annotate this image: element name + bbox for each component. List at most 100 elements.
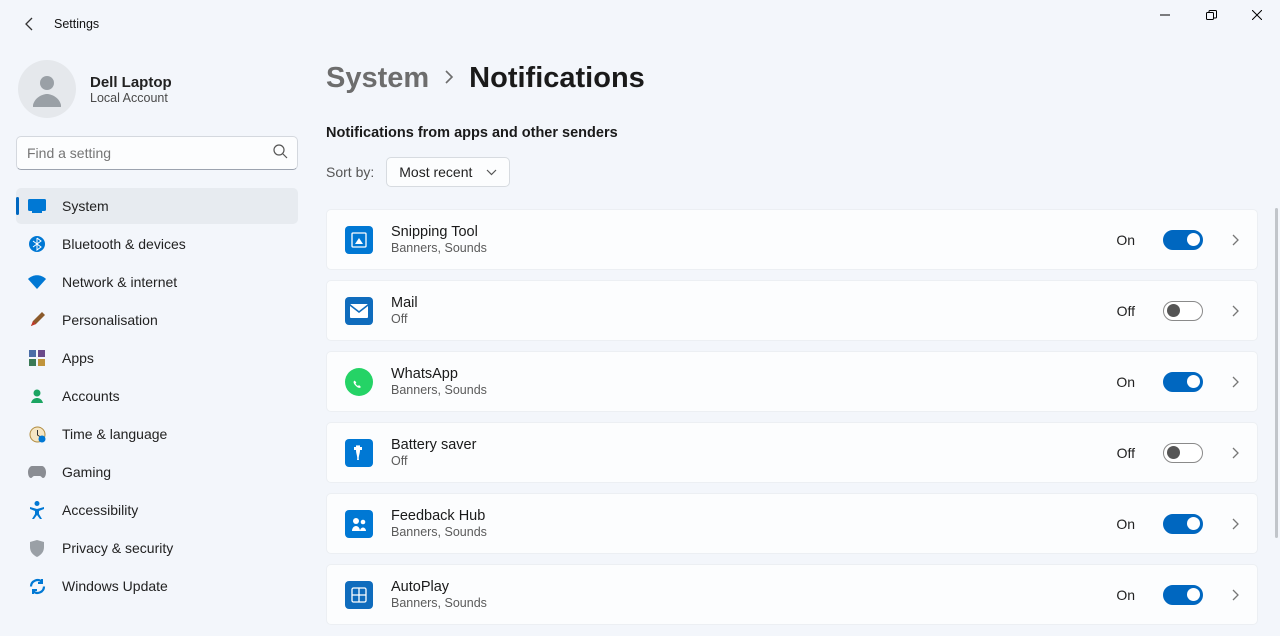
chevron-down-icon (486, 169, 497, 176)
chevron-right-icon (1231, 233, 1239, 247)
titlebar: Settings (0, 0, 1280, 48)
app-row-battery-saver[interactable]: Battery saver Off Off (326, 422, 1258, 483)
search-wrap (16, 136, 298, 170)
app-sub: Banners, Sounds (391, 596, 1098, 610)
toggle-switch[interactable] (1163, 372, 1203, 392)
window-title: Settings (54, 17, 99, 31)
app-row-snipping-tool[interactable]: Snipping Tool Banners, Sounds On (326, 209, 1258, 270)
account-sub: Local Account (90, 91, 172, 105)
sidebar-item-privacy[interactable]: Privacy & security (16, 530, 298, 566)
toggle-switch[interactable] (1163, 514, 1203, 534)
feedback-icon (345, 510, 373, 538)
toggle-switch[interactable] (1163, 301, 1203, 321)
chevron-right-icon (1231, 304, 1239, 318)
sidebar-item-update[interactable]: Windows Update (16, 568, 298, 604)
app-name: Snipping Tool (391, 224, 1098, 240)
nav-list: System Bluetooth & devices Network & int… (16, 188, 298, 604)
scrollbar[interactable] (1275, 208, 1278, 538)
sidebar-item-time[interactable]: Time & language (16, 416, 298, 452)
app-state: Off (1117, 445, 1135, 461)
sidebar: Dell Laptop Local Account System Bluet (0, 48, 310, 636)
sidebar-item-label: Accounts (62, 388, 120, 404)
close-button[interactable] (1234, 0, 1280, 30)
chevron-right-icon (1231, 446, 1239, 460)
app-state: On (1116, 232, 1135, 248)
accounts-icon (28, 387, 46, 405)
maximize-icon (1206, 10, 1217, 21)
breadcrumb-parent[interactable]: System (326, 62, 429, 95)
toggle-switch[interactable] (1163, 585, 1203, 605)
account-text: Dell Laptop Local Account (90, 74, 172, 105)
window-controls (1142, 0, 1280, 30)
app-texts: WhatsApp Banners, Sounds (391, 366, 1098, 397)
whatsapp-icon (345, 368, 373, 396)
sidebar-item-personalisation[interactable]: Personalisation (16, 302, 298, 338)
app-texts: Battery saver Off (391, 437, 1099, 468)
app-texts: AutoPlay Banners, Sounds (391, 579, 1098, 610)
app-texts: Snipping Tool Banners, Sounds (391, 224, 1098, 255)
clock-icon (28, 425, 46, 443)
account-name: Dell Laptop (90, 74, 172, 91)
gamepad-icon (28, 463, 46, 481)
sidebar-item-network[interactable]: Network & internet (16, 264, 298, 300)
account-block[interactable]: Dell Laptop Local Account (16, 56, 298, 136)
app-name: Battery saver (391, 437, 1099, 453)
search-input[interactable] (16, 136, 298, 170)
app-row-mail[interactable]: Mail Off Off (326, 280, 1258, 341)
mail-icon (345, 297, 373, 325)
app-sub: Off (391, 312, 1099, 326)
app-name: WhatsApp (391, 366, 1098, 382)
accessibility-icon (28, 501, 46, 519)
system-icon (28, 197, 46, 215)
sidebar-item-label: Windows Update (62, 578, 168, 594)
sidebar-item-label: Gaming (62, 464, 111, 480)
app-row-autoplay[interactable]: AutoPlay Banners, Sounds On (326, 564, 1258, 625)
sidebar-item-label: Accessibility (62, 502, 138, 518)
sidebar-item-label: Network & internet (62, 274, 177, 290)
sidebar-item-label: Bluetooth & devices (62, 236, 186, 252)
shield-icon (28, 539, 46, 557)
content-pane: System Notifications Notifications from … (310, 48, 1280, 636)
sidebar-item-bluetooth[interactable]: Bluetooth & devices (16, 226, 298, 262)
wifi-icon (28, 273, 46, 291)
sidebar-item-label: Time & language (62, 426, 167, 442)
update-icon (28, 577, 46, 595)
app-state: On (1116, 374, 1135, 390)
toggle-switch[interactable] (1163, 443, 1203, 463)
minimize-button[interactable] (1142, 0, 1188, 30)
app-name: AutoPlay (391, 579, 1098, 595)
sort-label: Sort by: (326, 164, 374, 180)
apps-icon (28, 349, 46, 367)
app-state: On (1116, 516, 1135, 532)
sidebar-item-accounts[interactable]: Accounts (16, 378, 298, 414)
chevron-right-icon (1231, 588, 1239, 602)
app-texts: Mail Off (391, 295, 1099, 326)
sort-select[interactable]: Most recent (386, 157, 510, 187)
app-sub: Off (391, 454, 1099, 468)
chevron-right-icon (1231, 517, 1239, 531)
sidebar-item-label: Privacy & security (62, 540, 173, 556)
chevron-right-icon (443, 69, 455, 88)
sidebar-item-apps[interactable]: Apps (16, 340, 298, 376)
sidebar-item-label: Personalisation (62, 312, 158, 328)
sort-row: Sort by: Most recent (326, 157, 1258, 187)
app-row-whatsapp[interactable]: WhatsApp Banners, Sounds On (326, 351, 1258, 412)
app-state: Off (1117, 303, 1135, 319)
sort-value: Most recent (399, 164, 472, 180)
app-row-feedback-hub[interactable]: Feedback Hub Banners, Sounds On (326, 493, 1258, 554)
sidebar-item-system[interactable]: System (16, 188, 298, 224)
person-icon (25, 67, 69, 111)
breadcrumb-current: Notifications (469, 62, 645, 95)
bluetooth-icon (28, 235, 46, 253)
autoplay-icon (345, 581, 373, 609)
sidebar-item-gaming[interactable]: Gaming (16, 454, 298, 490)
maximize-button[interactable] (1188, 0, 1234, 30)
app-name: Feedback Hub (391, 508, 1098, 524)
back-button[interactable] (16, 10, 44, 38)
close-icon (1252, 10, 1262, 20)
toggle-switch[interactable] (1163, 230, 1203, 250)
app-list: Snipping Tool Banners, Sounds On Mail Of… (326, 209, 1258, 625)
section-header: Notifications from apps and other sender… (326, 125, 1258, 141)
snipping-tool-icon (345, 226, 373, 254)
sidebar-item-accessibility[interactable]: Accessibility (16, 492, 298, 528)
